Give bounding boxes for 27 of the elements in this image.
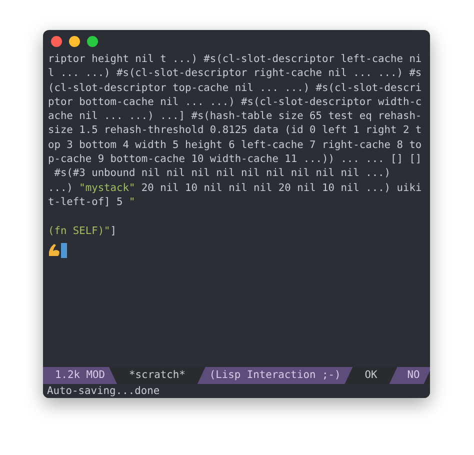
mode-line-label: *scratch* xyxy=(128,368,186,383)
zoom-button[interactable] xyxy=(87,36,98,46)
mode-line-label: OK xyxy=(364,368,378,383)
string-literal: " xyxy=(128,196,136,208)
string-literal: (fn SELF)" xyxy=(48,224,110,237)
code-line: (cl-slot-descriptor top-cache nil ... ...) #s(cl-slot-descri xyxy=(48,80,423,95)
mode-line-segment: 1.2k MOD xyxy=(43,367,118,384)
code-text: t-left-of] 5 xyxy=(48,196,124,208)
code-line: #s(#3 unbound nil nil nil nil nil nil nil nil nil ...) xyxy=(53,166,392,181)
code-line: l ... ...) #s(cl-slot-descriptor right-cache nil ... ...) #s xyxy=(48,66,423,81)
code-text: ...) xyxy=(48,182,74,194)
code-text: ] xyxy=(110,224,117,237)
code-line: p-cache 9 bottom-cache 10 width-cache 11 ...)) ... ... [] [] xyxy=(48,152,423,166)
mode-line-segment: NO xyxy=(389,367,430,384)
mode-line-segment: (Lisp Interaction ;-) xyxy=(197,367,353,384)
code-line: op 3 bottom 4 width 5 height 6 left-cache 7 right-cache 8 to xyxy=(48,138,423,152)
close-button[interactable] xyxy=(51,36,62,46)
string-literal: "mystack" xyxy=(79,182,136,194)
minimize-button[interactable] xyxy=(69,36,80,46)
text-cursor xyxy=(61,242,67,258)
code-line: ptor bottom-cache nil ... ...) #s(cl-slot-descriptor width-c xyxy=(48,94,423,110)
code-line: ache nil ... ...) ...] #s(hash-table size 65 test eq rehash- xyxy=(48,109,423,124)
code-line: size 1.5 rehash-threshold 0.8125 data (id 0 left 1 right 2 t xyxy=(48,123,423,138)
code-line: riptor height nil t ...) #s(cl-slot-descriptor left-cache ni xyxy=(48,52,423,66)
code-text: 20 nil 10 nil nil nil 20 nil 10 nil ...) uiki xyxy=(140,182,422,194)
flexed-arm-icon xyxy=(48,243,61,258)
echo-area: Auto-saving...done xyxy=(43,384,430,398)
